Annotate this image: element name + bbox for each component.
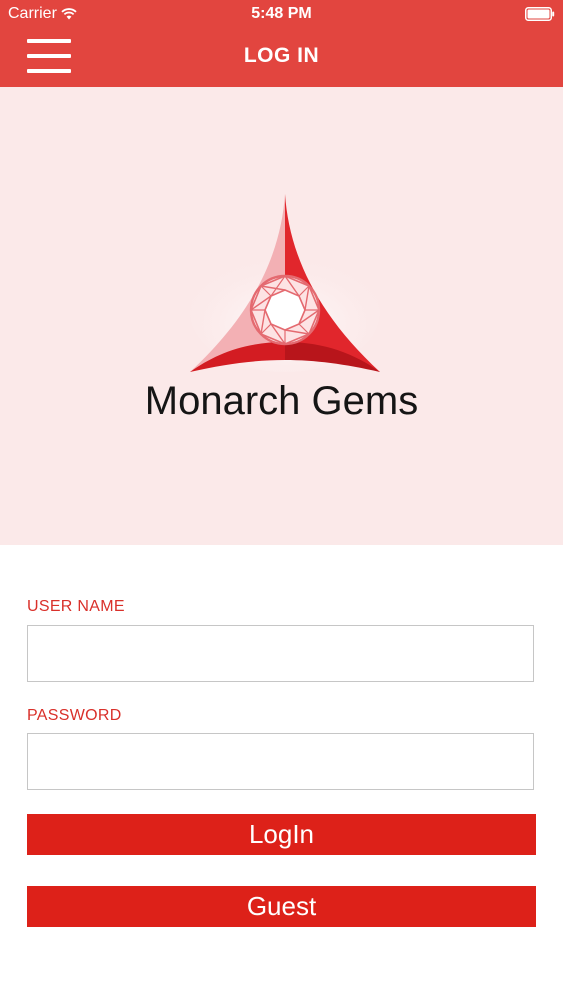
username-field[interactable] [27,625,534,682]
page-title: LOG IN [243,44,320,67]
status-bar: Carrier 5:48 PM [0,0,563,28]
navigation-bar: LOG IN [0,28,563,87]
status-time: 5:48 PM [251,5,312,22]
login-button[interactable]: LogIn [27,814,536,855]
app-header: Carrier 5:48 PM LOG IN [0,0,563,87]
battery-icon [525,7,555,21]
password-field[interactable] [27,733,534,790]
password-label: PASSWORD [27,707,122,724]
login-screen: Carrier 5:48 PM LOG IN Monarch Gems USER… [0,0,563,1000]
brand-name: Monarch Gems [144,379,419,423]
guest-button[interactable]: Guest [27,886,536,927]
username-label: USER NAME [27,598,125,615]
gem-triangle-logo [190,194,380,372]
logo-banner: Monarch Gems [0,87,563,545]
